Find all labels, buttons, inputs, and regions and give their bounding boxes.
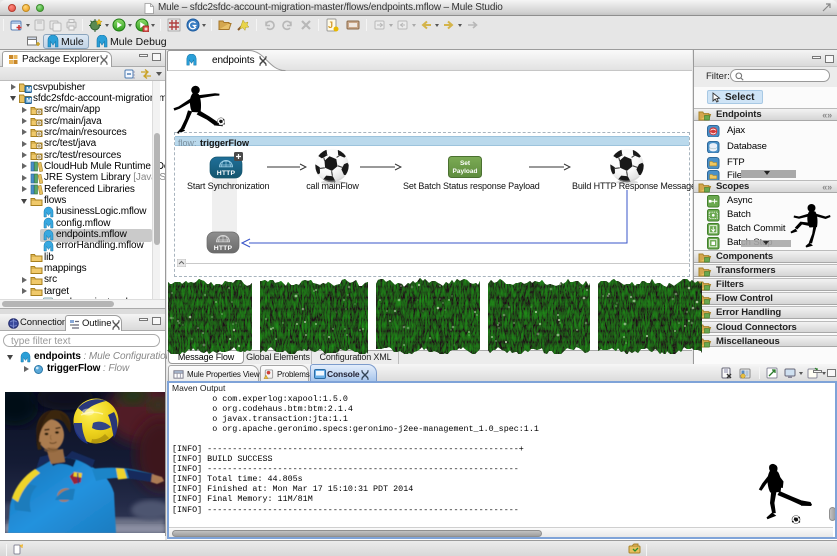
svg-text:Set: Set [460,160,471,167]
svg-text:HTTP: HTTP [217,170,236,177]
svg-text:J: J [328,20,333,30]
svg-text:HTTP: HTTP [214,245,233,252]
svg-text:Payload: Payload [453,168,478,175]
